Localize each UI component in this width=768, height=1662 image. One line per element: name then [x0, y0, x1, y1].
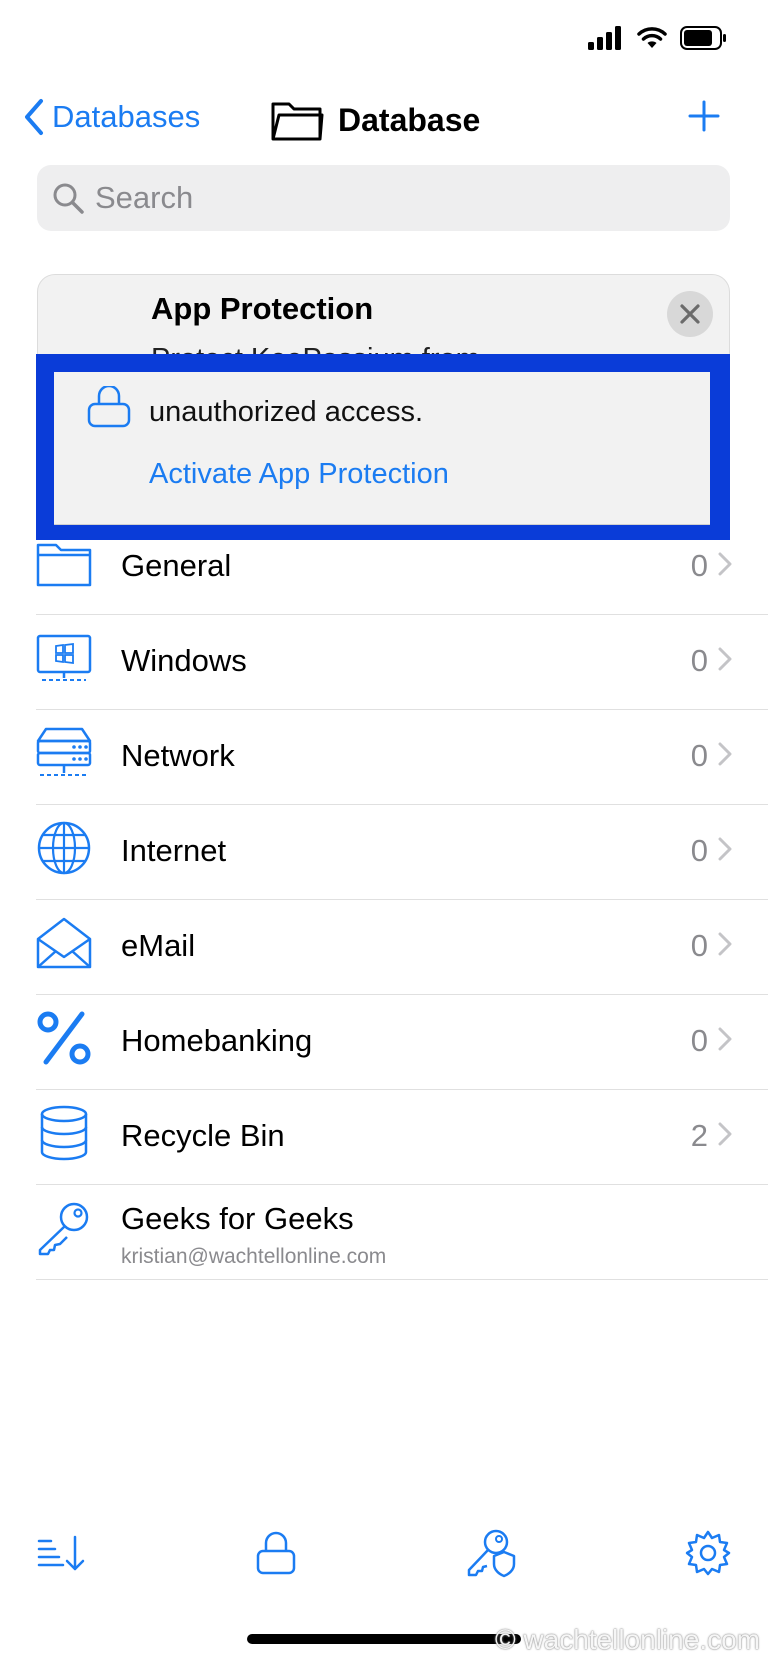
- watermark: © wachtellonline.com: [495, 1624, 760, 1655]
- envelope-icon: [36, 917, 92, 969]
- home-indicator: [247, 1634, 521, 1644]
- sort-icon: [37, 1535, 85, 1571]
- password-generator-button[interactable]: [464, 1525, 520, 1581]
- server-icon: [36, 727, 92, 776]
- page-title-text: Database: [338, 101, 481, 138]
- entry-title: Geeks for Geeks: [121, 1201, 354, 1236]
- entry-username: kristian@wachtellonline.com: [121, 1245, 387, 1268]
- list-item-label: eMail: [121, 928, 196, 963]
- close-card-button[interactable]: [667, 291, 713, 337]
- chevron-right-icon: [718, 647, 732, 671]
- list-item[interactable]: Homebanking 0: [36, 995, 768, 1090]
- chevron-left-icon: [25, 99, 43, 135]
- key-icon: [38, 1202, 89, 1256]
- sort-button[interactable]: [32, 1525, 88, 1581]
- search-field[interactable]: Search: [37, 165, 730, 231]
- list-item[interactable]: Recycle Bin 2: [36, 1090, 768, 1185]
- add-button[interactable]: [688, 100, 720, 137]
- database-icon: [40, 1105, 88, 1161]
- highlight-content: unauthorized access. Activate App Protec…: [54, 372, 710, 525]
- chevron-right-icon: [718, 1122, 732, 1146]
- percent-icon: [37, 1011, 91, 1065]
- cellular-signal-icon: [588, 26, 621, 50]
- battery-icon: [680, 26, 726, 50]
- list-item-label: Internet: [121, 833, 227, 868]
- globe-icon: [37, 821, 91, 875]
- list-item-label: Network: [121, 738, 235, 773]
- chevron-right-icon: [718, 552, 732, 576]
- chevron-right-icon: [718, 1027, 732, 1051]
- list-item-label: General: [121, 548, 232, 583]
- navigation-bar: Databases Database: [0, 90, 768, 154]
- password-generator-icon: [467, 1529, 516, 1578]
- chevron-right-icon: [718, 837, 732, 861]
- chevron-right-icon: [718, 742, 732, 766]
- status-icons: [588, 26, 728, 50]
- list-item[interactable]: eMail 0: [36, 900, 768, 995]
- bottom-toolbar: [0, 1525, 768, 1595]
- wifi-icon: [637, 27, 667, 48]
- lock-database-button[interactable]: [248, 1525, 304, 1581]
- card-title: App Protection: [151, 291, 374, 326]
- chevron-right-icon: [718, 932, 732, 956]
- list-item-label: Homebanking: [121, 1023, 313, 1058]
- list-item-count: 0: [690, 643, 708, 678]
- status-bar: [0, 0, 768, 84]
- list-item[interactable]: Windows 0: [36, 615, 768, 710]
- list-item-count: 0: [690, 548, 708, 583]
- plus-icon: [688, 100, 720, 132]
- list-item[interactable]: Network 0: [36, 710, 768, 805]
- list-item-count: 0: [690, 1023, 708, 1058]
- settings-button[interactable]: [680, 1525, 736, 1581]
- entry-item[interactable]: Geeks for Geeks kristian@wachtellonline.…: [36, 1185, 768, 1280]
- folder-icon: [36, 543, 92, 587]
- list-item-count: 2: [690, 1118, 708, 1153]
- list-item[interactable]: General 0: [36, 520, 768, 615]
- gear-icon: [685, 1530, 731, 1576]
- list-item-label: Windows: [121, 643, 247, 678]
- back-button[interactable]: Databases: [22, 98, 200, 136]
- list-item[interactable]: Internet 0: [36, 805, 768, 900]
- group-list: General 0 Windows 0 Network 0 Internet 0…: [36, 520, 768, 1280]
- back-button-label: Databases: [52, 99, 201, 134]
- highlight-box: unauthorized access. Activate App Protec…: [36, 354, 730, 540]
- lock-icon: [256, 1531, 296, 1575]
- card-body-text: unauthorized access.: [149, 396, 424, 428]
- search-placeholder: Search: [95, 180, 194, 215]
- page-title: Database: [270, 98, 480, 142]
- activate-app-protection-link[interactable]: Activate App Protection: [149, 458, 449, 491]
- search-icon: [53, 183, 84, 214]
- list-item-label: Recycle Bin: [121, 1118, 285, 1153]
- folder-icon: [271, 102, 324, 141]
- list-item-count: 0: [690, 833, 708, 868]
- list-item-count: 0: [690, 738, 708, 773]
- windows-computer-icon: [36, 634, 92, 681]
- close-icon: [680, 304, 700, 324]
- list-item-count: 0: [690, 928, 708, 963]
- lock-icon: [87, 386, 131, 428]
